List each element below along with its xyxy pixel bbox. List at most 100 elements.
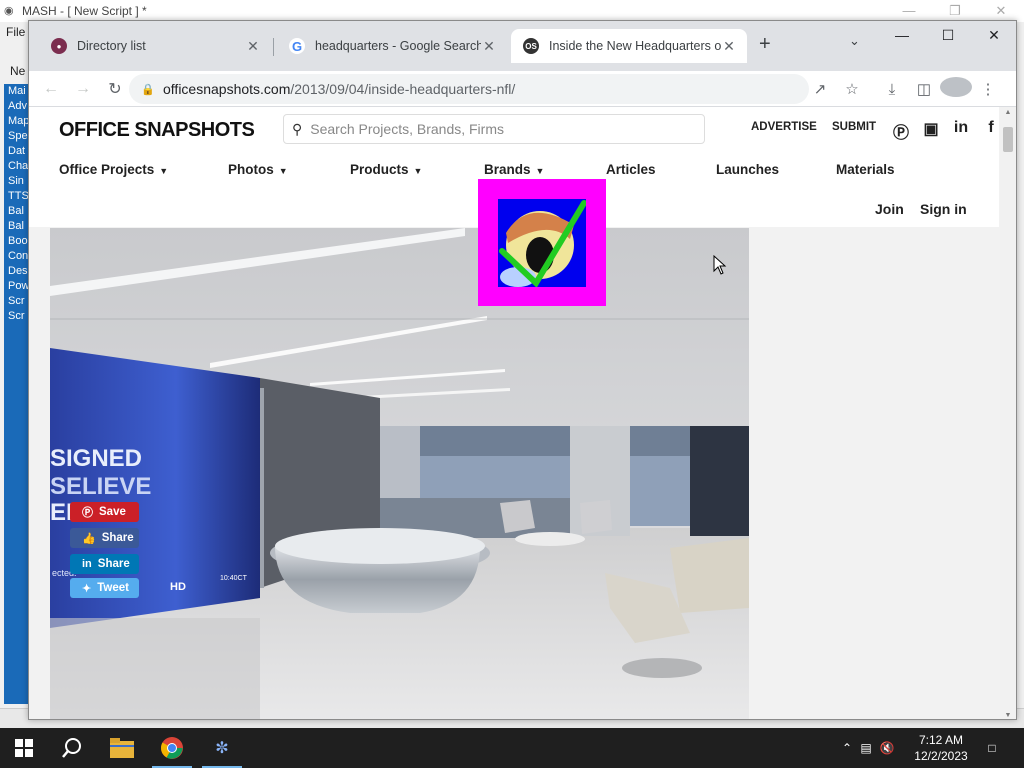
submit-link[interactable]: SUBMIT xyxy=(832,121,876,133)
caret-down-icon: ▼ xyxy=(413,166,423,176)
network-icon[interactable]: ▤ xyxy=(856,741,876,755)
hero-tv-label: HD xyxy=(170,581,186,593)
sign-in-link[interactable]: Sign in xyxy=(920,201,967,217)
forward-arrow-icon[interactable]: → xyxy=(67,80,99,98)
bg-side-item[interactable]: Adv xyxy=(4,99,28,114)
bg-side-item[interactable]: Mai xyxy=(4,84,28,99)
tab-google-search[interactable]: G headquarters - Google Search ✕ xyxy=(277,29,507,63)
tab-inside-headquarters[interactable]: OS Inside the New Headquarters o ✕ xyxy=(511,29,747,63)
bg-side-item[interactable]: Scr xyxy=(4,294,28,309)
mash-taskbar-button[interactable]: ✼ xyxy=(198,728,246,768)
share-page-icon[interactable]: ↗ xyxy=(804,80,836,98)
close-tab-icon[interactable]: ✕ xyxy=(481,38,497,55)
bg-side-item[interactable]: Bal xyxy=(4,219,28,234)
browser-toolbar: ← → ↻ 🔒 officesnapshots.com/2013/09/04/i… xyxy=(29,71,1016,107)
minimize-icon[interactable]: — xyxy=(879,21,925,51)
linkedin-icon[interactable]: in xyxy=(951,119,971,137)
pinterest-icon: Ⓟ xyxy=(82,507,93,519)
nav-brands[interactable]: Brands ▼ xyxy=(484,162,544,177)
bg-side-item[interactable]: Pow xyxy=(4,279,28,294)
close-window-icon[interactable]: ✕ xyxy=(971,21,1016,51)
bg-side-item[interactable]: Boo xyxy=(4,234,28,249)
chrome-taskbar-button[interactable] xyxy=(148,728,196,768)
start-button[interactable] xyxy=(0,728,48,768)
nav-articles[interactable]: Articles xyxy=(606,162,656,177)
site-search-box[interactable]: ⚲ xyxy=(283,114,705,144)
close-tab-icon[interactable]: ✕ xyxy=(721,38,737,55)
advertise-link[interactable]: ADVERTISE xyxy=(751,121,817,133)
tab-search-chevron-icon[interactable]: ⌄ xyxy=(849,33,860,49)
search-taskbar-button[interactable] xyxy=(48,728,96,768)
back-arrow-icon[interactable]: ← xyxy=(35,80,67,98)
bg-minimize-icon[interactable]: — xyxy=(886,0,932,22)
bg-side-item[interactable]: Spe xyxy=(4,129,28,144)
linkedin-share-button[interactable]: in Share xyxy=(70,554,139,574)
folder-icon xyxy=(110,738,134,758)
profile-avatar-icon[interactable] xyxy=(940,77,972,101)
tab-strip: ● Directory list ✕ G headquarters - Goog… xyxy=(29,21,1016,71)
hero-wall-text: SIGNED xyxy=(50,445,142,472)
bg-side-item[interactable]: Map xyxy=(4,114,28,129)
pinterest-save-button[interactable]: Ⓟ Save xyxy=(70,502,139,522)
site-logo[interactable]: OFFICE SNAPSHOTS xyxy=(59,119,255,142)
lock-icon[interactable]: 🔒 xyxy=(141,83,155,96)
instagram-icon[interactable]: ▣ xyxy=(921,119,941,139)
scroll-up-arrow-icon[interactable]: ▲ xyxy=(1000,109,1016,116)
bg-side-list: Mai Adv Map Spe Dat Cha Sin TTS Bal Bal … xyxy=(4,84,28,704)
magenta-avatar-badge[interactable] xyxy=(478,179,606,306)
chevron-up-icon[interactable]: ⌃ xyxy=(838,741,856,755)
maximize-icon[interactable]: ☐ xyxy=(925,21,971,51)
bg-side-item[interactable]: Scr xyxy=(4,309,28,324)
search-icon: ⚲ xyxy=(292,120,303,137)
clock-date: 12/2/2023 xyxy=(914,749,968,763)
more-menu-icon[interactable]: ⋮ xyxy=(972,80,1004,98)
bg-close-icon[interactable]: ✕ xyxy=(978,0,1024,22)
site-search-input[interactable] xyxy=(310,121,691,137)
os-favicon-icon: OS xyxy=(523,38,539,54)
join-link[interactable]: Join xyxy=(875,201,904,217)
file-explorer-button[interactable] xyxy=(98,728,146,768)
nav-office-projects[interactable]: Office Projects ▼ xyxy=(59,162,168,177)
reload-icon[interactable]: ↻ xyxy=(99,79,131,99)
side-panel-icon[interactable]: ◫ xyxy=(908,80,940,98)
taskbar-clock[interactable]: 7:12 AM 12/2/2023 xyxy=(908,732,974,764)
address-bar[interactable]: 🔒 officesnapshots.com/2013/09/04/inside-… xyxy=(129,74,809,104)
download-icon[interactable]: ⤓ xyxy=(876,81,908,98)
thumbs-up-icon: 👍 xyxy=(82,532,96,545)
scroll-down-arrow-icon[interactable]: ▼ xyxy=(1000,712,1016,719)
facebook-share-button[interactable]: 👍 Share xyxy=(70,528,139,548)
bg-side-item[interactable]: Bal xyxy=(4,204,28,219)
mash-app-icon: ✼ xyxy=(215,740,229,757)
close-tab-icon[interactable]: ✕ xyxy=(245,38,261,55)
new-tab-button[interactable]: + xyxy=(759,33,771,56)
bg-new-label[interactable]: Ne xyxy=(10,64,25,78)
twitter-tweet-button[interactable]: ✦ Tweet xyxy=(70,578,139,598)
bg-side-item[interactable]: Sin xyxy=(4,174,28,189)
nav-products[interactable]: Products ▼ xyxy=(350,162,422,177)
tab-directory-list[interactable]: ● Directory list ✕ xyxy=(39,29,271,63)
facebook-icon[interactable]: f xyxy=(981,119,1001,137)
pinterest-icon[interactable]: Ⓟ xyxy=(891,119,911,143)
scrollbar-thumb[interactable] xyxy=(1003,127,1013,152)
bookmark-star-icon[interactable]: ☆ xyxy=(836,80,868,98)
bg-menu-file[interactable]: File xyxy=(0,22,25,42)
bg-side-item[interactable]: Con xyxy=(4,249,28,264)
bg-side-item[interactable]: Cha xyxy=(4,159,28,174)
page-scrollbar[interactable]: ▲ ▼ xyxy=(1000,107,1016,719)
tab-title: Directory list xyxy=(77,39,146,53)
url-host: officesnapshots.com xyxy=(163,81,291,97)
notification-icon[interactable]: □ xyxy=(982,728,1002,768)
mash-app-icon: ◉ xyxy=(4,5,14,17)
mouse-cursor-icon xyxy=(713,255,727,275)
bg-side-item[interactable]: TTS xyxy=(4,189,28,204)
clock-time: 7:12 AM xyxy=(918,733,964,747)
hero-office-photo: SIGNED SELIEVE ERTS ected. HD 10:40CT xyxy=(50,228,749,719)
right-sidebar-area xyxy=(751,228,1001,719)
bg-restore-icon[interactable]: ❐ xyxy=(932,0,978,22)
volume-muted-icon[interactable]: 🔇 xyxy=(876,741,898,755)
bg-side-item[interactable]: Dat xyxy=(4,144,28,159)
nav-materials[interactable]: Materials xyxy=(836,162,895,177)
nav-photos[interactable]: Photos ▼ xyxy=(228,162,288,177)
bg-side-item[interactable]: Des xyxy=(4,264,28,279)
nav-launches[interactable]: Launches xyxy=(716,162,779,177)
